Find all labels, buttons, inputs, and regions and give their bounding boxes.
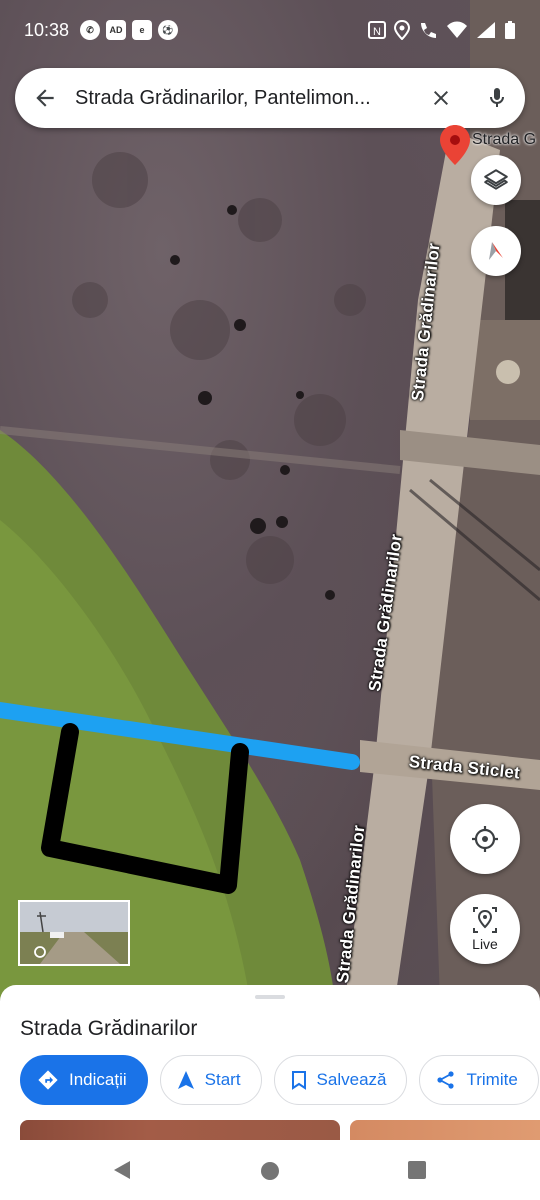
whatsapp-icon: ✆ — [80, 20, 100, 40]
system-nav-bar — [0, 1140, 540, 1200]
voice-search-button[interactable] — [469, 68, 525, 128]
place-photo[interactable] — [350, 1120, 540, 1140]
directions-icon — [38, 1070, 58, 1090]
layers-icon — [484, 169, 508, 190]
share-label: Trimite — [466, 1070, 518, 1089]
share-icon — [437, 1071, 455, 1089]
start-label: Start — [204, 1070, 241, 1089]
location-icon — [394, 20, 410, 40]
mic-icon — [490, 88, 504, 107]
back-triangle-icon[interactable] — [112, 1159, 132, 1181]
share-button[interactable]: Trimite — [419, 1055, 539, 1105]
start-button[interactable]: Start — [159, 1055, 262, 1105]
crosshair-icon — [472, 826, 498, 852]
status-time: 10:38 — [24, 20, 70, 40]
street-view-thumbnail[interactable] — [18, 900, 130, 966]
wifi-icon — [447, 21, 467, 38]
back-button[interactable] — [15, 68, 75, 128]
signal-4g-icon — [477, 22, 495, 38]
navigation-arrow-icon — [177, 1071, 194, 1089]
compass-icon — [489, 242, 503, 260]
search-bar[interactable]: Strada Grădinarilor, Pantelimon... — [15, 68, 525, 128]
close-icon — [434, 91, 448, 105]
directions-label: Indicații — [69, 1070, 127, 1089]
sheet-drag-handle[interactable] — [255, 995, 285, 999]
football-icon: ⚽ — [158, 20, 178, 40]
recents-square-icon[interactable] — [408, 1161, 426, 1179]
emag-icon: e — [132, 20, 152, 40]
battery-icon — [505, 21, 515, 39]
clear-search-button[interactable] — [413, 68, 469, 128]
search-query[interactable]: Strada Grădinarilor, Pantelimon... — [75, 87, 413, 110]
svg-text:N: N — [373, 26, 381, 38]
arrow-back-icon — [36, 89, 54, 107]
directions-button[interactable]: Indicații — [20, 1055, 148, 1105]
my-location-button[interactable] — [450, 804, 520, 874]
bookmark-icon — [291, 1071, 306, 1090]
compass-button[interactable] — [471, 226, 521, 276]
home-circle-icon[interactable] — [260, 1161, 280, 1181]
live-view-button[interactable]: Live — [450, 894, 520, 964]
place-title: Strada Grădinarilor — [20, 1017, 198, 1040]
live-label: Live — [472, 936, 498, 952]
street-view-image — [20, 902, 128, 964]
layers-button[interactable] — [471, 155, 521, 205]
save-label: Salvează — [316, 1070, 387, 1089]
status-bar: 10:38 ✆ AD e ⚽ N — [0, 0, 540, 60]
map-pin-icon[interactable] — [438, 124, 472, 166]
pin-label: Strada G — [472, 131, 537, 148]
save-button[interactable]: Salvează — [273, 1055, 408, 1105]
place-bottom-sheet[interactable]: Strada Grădinarilor Indicații Start Salv… — [0, 985, 540, 1140]
place-photo[interactable] — [20, 1120, 340, 1140]
live-view-icon — [473, 907, 497, 933]
nfc-icon: N — [368, 21, 386, 39]
ad-icon: AD — [106, 20, 126, 40]
wifi-calling-icon — [421, 23, 436, 38]
